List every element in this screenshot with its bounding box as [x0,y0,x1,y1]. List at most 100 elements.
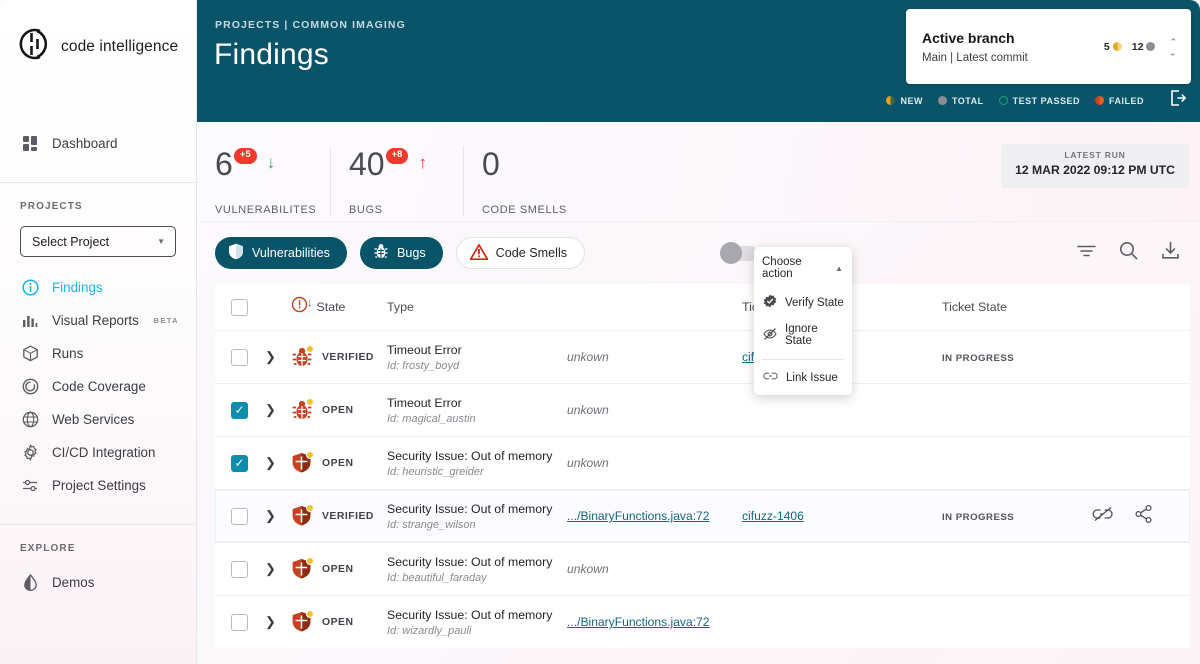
table-row[interactable]: ❯ VERIFIED Timeout Error Id: frosty_boyd unk… [215,330,1190,383]
table-row[interactable]: ❯ OPEN Security Issue: Out of memory Id: he… [215,436,1190,489]
sidebar-item-code-coverage[interactable]: Code Coverage [0,370,196,403]
filter-pill-vulnerabilities[interactable]: Vulnerabilities [215,237,347,269]
latest-run-value: 12 MAR 2022 09:12 PM UTC [1015,163,1175,177]
location-link[interactable]: .../BinaryFunctions.java:72 [567,509,710,523]
location-link[interactable]: .../BinaryFunctions.java:72 [567,615,710,629]
search-icon[interactable] [1119,241,1138,265]
chevron-right-icon[interactable]: ❯ [265,349,276,364]
row-expand-cell: ❯ [265,401,291,419]
sidebar-item-web-services[interactable]: Web Services [0,403,196,436]
row-expand-cell: ❯ [265,454,291,472]
row-checkbox[interactable] [231,613,248,631]
new-badge-dot [306,345,314,353]
branch-title: Active branch [922,29,1015,46]
sidebar-item-label: Project Settings [52,478,146,493]
menu-item-link-issue[interactable]: Link Issue [754,364,852,391]
table-row[interactable]: ❯ OPEN Timeout Error Id: magical_austin unko… [215,383,1190,436]
row-checkbox[interactable] [231,454,248,472]
menu-item-ignore-state[interactable]: Ignore State [754,317,852,353]
test-passed-dot-icon [998,96,1008,105]
sidebar-item-label: Code Coverage [52,379,146,394]
select-all-checkbox[interactable] [231,298,248,316]
branch-counts: 5 12 [1104,41,1156,53]
chevron-up-icon: ▲ [835,263,843,273]
filter-icon[interactable] [1077,244,1096,263]
column-header-state[interactable]: ↓ State [291,296,387,318]
ticket-link[interactable]: cifuzz-1406 [742,509,804,523]
sidebar-item-project-settings[interactable]: Project Settings [0,469,196,502]
chevron-right-icon[interactable]: ❯ [265,561,276,576]
chevron-right-icon[interactable]: ❯ [265,402,276,417]
row-state-cell: OPEN [291,451,387,474]
row-checkbox[interactable] [231,348,248,366]
menu-item-verify-state[interactable]: Verify State [754,288,852,317]
cube-icon [21,344,40,363]
unlink-icon[interactable] [1092,506,1114,527]
row-type-cell: Security Issue: Out of memory Id: wizardl… [387,608,567,637]
row-finding-id: Id: magical_austin [387,412,476,425]
column-header-state-label: State [316,300,346,314]
sidebar-item-cicd-integration[interactable]: CI/CD Integration [0,436,196,469]
row-type-cell: Timeout Error Id: frosty_boyd [387,343,567,372]
warning-triangle-icon [469,243,488,263]
row-ticket-state-cell: IN PROGRESS [942,507,1092,525]
sidebar-item-findings[interactable]: Findings [0,271,196,304]
row-state-value: OPEN [322,404,354,416]
row-location-cell: unkown [567,454,742,472]
sidebar-item-label: Demos [52,575,95,590]
alert-circle-icon [291,296,308,318]
legend-label: TEST PASSED [1012,95,1080,106]
row-checkbox[interactable] [231,507,248,525]
chevron-right-icon[interactable]: ❯ [265,455,276,470]
row-state-value: OPEN [322,457,354,469]
new-badge-dot [306,398,314,406]
column-header-ticket-state[interactable]: Ticket State [942,298,1092,316]
gear-icon [21,443,40,462]
sidebar-item-dashboard[interactable]: Dashboard [0,127,196,160]
brand-logo[interactable]: code intelligence [0,0,196,67]
filled-circle-icon [1146,42,1156,51]
row-location-cell: .../BinaryFunctions.java:72 [567,507,742,525]
up-down-chevron-icon[interactable]: ⌃ ⌃ [1169,37,1177,57]
stat-label: BUGS [349,204,383,216]
toggle-track[interactable] [720,242,759,264]
sidebar-item-runs[interactable]: Runs [0,337,196,370]
download-icon[interactable] [1161,241,1180,265]
filter-pill-code-smells[interactable]: Code Smells [455,237,586,269]
new-badge-dot [306,557,314,565]
legend-item-test-passed: TEST PASSED [998,95,1080,106]
chevron-down-icon: ▼ [157,237,165,246]
select-project-dropdown[interactable]: Select Project ▼ [20,226,176,257]
sidebar-item-visual-reports[interactable]: Visual Reports BETA [0,304,196,337]
menu-item-label: Ignore State [785,323,818,347]
row-state-value: OPEN [322,563,354,575]
legend-label: NEW [900,95,923,106]
row-state-value: VERIFIED [322,351,374,363]
row-type-title: Timeout Error [387,342,462,357]
row-checkbox[interactable] [231,401,248,419]
shield-icon [291,610,314,633]
row-select-cell [231,507,265,525]
eye-off-icon [763,327,777,344]
column-header-type[interactable]: Type [387,298,567,316]
row-checkbox[interactable] [231,560,248,578]
sidebar-item-demos[interactable]: Demos [0,566,196,599]
table-row[interactable]: ❯ VERIFIED Security Issue: Out of memory Id… [215,489,1190,542]
row-location-cell: .../BinaryFunctions.java:72 [567,613,742,631]
table-row[interactable]: ❯ OPEN Security Issue: Out of memory Id: be… [215,542,1190,595]
choose-action-trigger[interactable]: Choose action ▲ [754,247,852,288]
shield-icon [291,451,314,474]
active-branch-card[interactable]: Active branch Main | Latest commit 5 12 … [906,9,1191,84]
chevron-right-icon[interactable]: ❯ [265,508,276,523]
row-expand-cell: ❯ [265,613,291,631]
filter-pill-bugs[interactable]: Bugs [359,237,443,269]
chevron-right-icon[interactable]: ❯ [265,614,276,629]
half-circle-icon [1112,42,1122,51]
table-row[interactable]: ❯ OPEN Security Issue: Out of memory Id: wi… [215,595,1190,648]
row-actions-cell [1092,504,1190,529]
toggle-knob [720,242,743,264]
row-select-cell [231,560,265,578]
stat-value: 6 [215,146,233,182]
logout-icon[interactable] [1168,88,1188,113]
share-icon[interactable] [1134,504,1154,529]
